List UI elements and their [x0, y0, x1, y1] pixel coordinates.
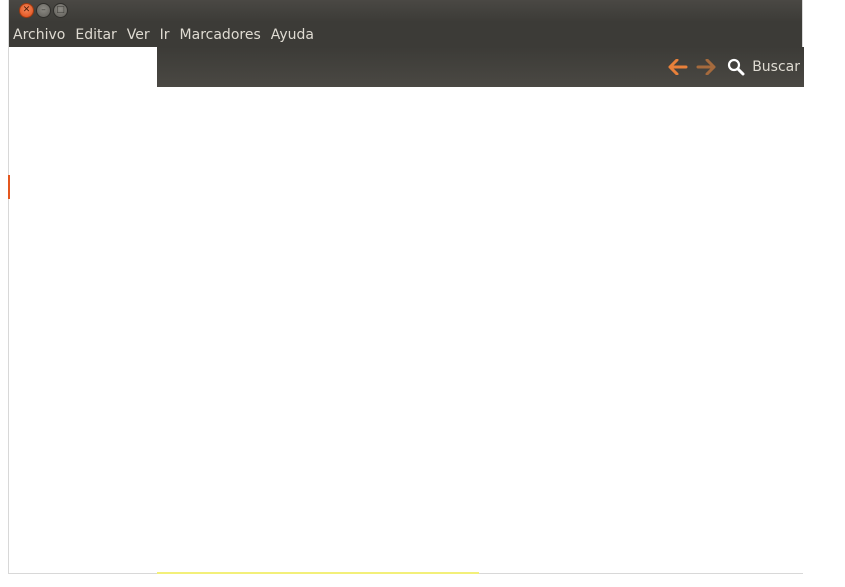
arrow-right-icon [696, 59, 716, 75]
app-window: ✕ – □ Archivo Editar Ver Ir Marcadores A… [8, 0, 804, 574]
sidebar[interactable] [8, 47, 157, 573]
menu-bar: Archivo Editar Ver Ir Marcadores Ayuda [9, 22, 802, 47]
toolbar: Buscar [157, 47, 804, 87]
status-indicator [157, 572, 479, 574]
menu-editar[interactable]: Editar [70, 27, 121, 43]
menu-archivo[interactable]: Archivo [9, 27, 70, 43]
minimize-icon: – [41, 5, 46, 15]
search-label: Buscar [752, 59, 800, 75]
sidebar-selection-marker [8, 175, 10, 199]
arrow-left-icon [668, 59, 688, 75]
minimize-window-button[interactable]: – [36, 3, 51, 18]
close-icon: ✕ [22, 5, 31, 15]
search-button[interactable]: Buscar [724, 55, 800, 79]
maximize-window-button[interactable]: □ [53, 3, 68, 18]
close-window-button[interactable]: ✕ [19, 3, 34, 18]
forward-button[interactable] [692, 53, 720, 81]
menu-ayuda[interactable]: Ayuda [266, 27, 319, 43]
menu-marcadores[interactable]: Marcadores [175, 27, 266, 43]
content-area[interactable] [157, 87, 804, 573]
maximize-icon: □ [56, 5, 65, 15]
title-bar[interactable]: ✕ – □ [9, 0, 802, 22]
menu-ir[interactable]: Ir [155, 27, 175, 43]
menu-ver[interactable]: Ver [122, 27, 155, 43]
search-icon [724, 55, 748, 79]
back-button[interactable] [664, 53, 692, 81]
